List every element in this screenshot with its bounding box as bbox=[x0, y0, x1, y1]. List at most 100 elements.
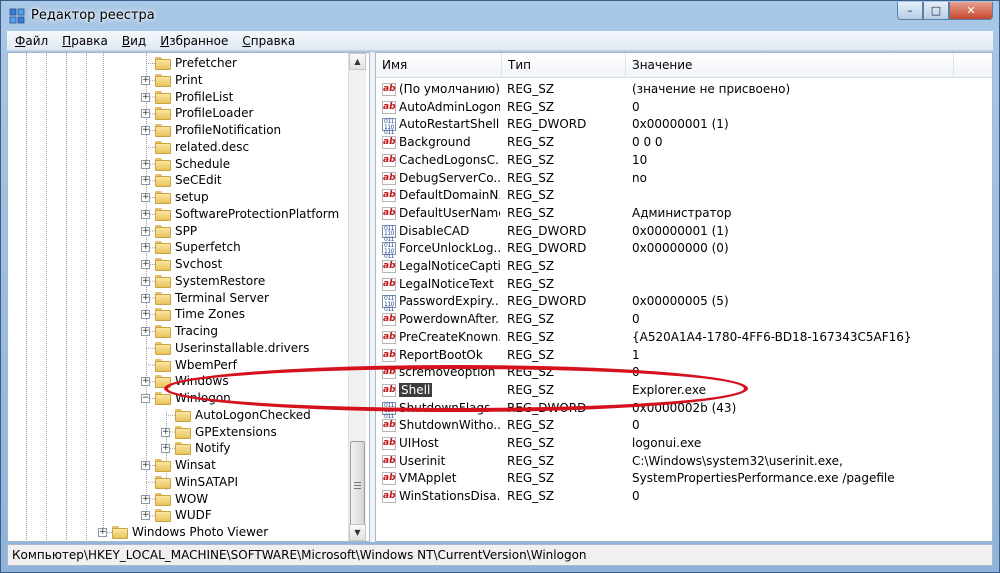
expand-plus-icon[interactable]: + bbox=[141, 461, 150, 470]
binary-value-icon: 011 110 011 bbox=[382, 224, 396, 242]
tree-node-label: SystemRestore bbox=[175, 273, 266, 288]
column-header-value[interactable]: Значение bbox=[626, 53, 954, 77]
value-name: scremoveoption bbox=[399, 365, 496, 380]
value-row[interactable]: ab UIHost REG_SZ logonui.exe bbox=[376, 435, 992, 453]
expand-plus-icon[interactable]: + bbox=[141, 494, 150, 504]
value-row[interactable]: ab DefaultUserName REG_SZ Администратор bbox=[376, 205, 992, 223]
value-row[interactable]: ab LegalNoticeText REG_SZ bbox=[376, 276, 992, 294]
value-type: REG_SZ bbox=[507, 188, 555, 203]
values-list-pane[interactable]: Имя Тип Значение ab (По умолчанию) REG_SZ(… bbox=[375, 52, 993, 542]
value-row[interactable]: ab DefaultDomainN... REG_SZ bbox=[376, 187, 992, 205]
expand-plus-icon[interactable]: + bbox=[141, 327, 150, 336]
value-name: ForceUnlockLog... bbox=[399, 241, 500, 256]
tree-node-label: ProfileNotification bbox=[175, 123, 282, 137]
registry-tree-pane[interactable]: Prefetcher + Print + ProfileList + ProfileLoad… bbox=[7, 52, 370, 542]
value-row[interactable]: ab CachedLogonsC... REG_SZ 10 bbox=[376, 152, 992, 170]
folder-icon bbox=[155, 492, 171, 506]
value-data: SystemPropertiesPerformance.exe /pagefil… bbox=[632, 471, 895, 486]
value-row[interactable]: ab ReportBootOk REG_SZ 1 bbox=[376, 347, 992, 365]
expand-plus-icon[interactable]: + bbox=[141, 75, 150, 85]
expand-plus-icon[interactable]: + bbox=[141, 243, 150, 253]
expand-plus-icon[interactable]: + bbox=[98, 528, 107, 537]
value-row[interactable]: ab DebugServerCo... REG_SZ no bbox=[376, 170, 992, 188]
column-header-type[interactable]: Тип bbox=[502, 53, 626, 77]
value-row[interactable]: ab AutoAdminLogon REG_SZ 0 bbox=[376, 99, 992, 117]
expand-plus-icon[interactable]: + bbox=[141, 209, 150, 219]
collapse-minus-icon[interactable]: − bbox=[141, 394, 150, 403]
column-header-name[interactable]: Имя bbox=[376, 53, 502, 77]
folder-icon bbox=[155, 57, 171, 70]
value-row[interactable]: 011 110 011 AutoRestartShell REG_DWORD 0x0000… bbox=[376, 116, 992, 136]
value-row[interactable]: ab WinStationsDisa... REG_SZ 0 bbox=[376, 488, 992, 506]
value-row[interactable]: 011 110 011 PasswordExpiry... REG_DWORD 0x000… bbox=[376, 293, 992, 313]
folder-icon bbox=[155, 375, 171, 389]
string-value-icon: ab bbox=[382, 383, 396, 397]
folder-icon bbox=[155, 140, 171, 154]
expand-plus-icon[interactable]: + bbox=[141, 109, 150, 119]
value-name-cell: LegalNoticeText bbox=[399, 276, 500, 293]
minimize-button[interactable]: – bbox=[897, 2, 923, 20]
string-value-icon: ab bbox=[382, 189, 396, 203]
value-name-cell: PowerdownAfter... bbox=[399, 311, 500, 328]
value-row[interactable]: abLegalNoticeCapti... REG_SZ bbox=[376, 258, 992, 276]
value-row[interactable]: ab ShutdownWitho... REG_SZ 0 bbox=[376, 417, 992, 435]
value-name: AutoAdminLogon bbox=[399, 99, 500, 114]
value-row[interactable]: ab Shell REG_SZ Explorer.exe bbox=[376, 382, 992, 400]
value-row[interactable]: ab scremoveoption REG_SZ 0 bbox=[376, 364, 992, 382]
expand-plus-icon[interactable]: + bbox=[141, 193, 150, 202]
value-row[interactable]: 011 110 011 ForceUnlockLog... REG_DWORD 0x000… bbox=[376, 240, 992, 260]
value-row[interactable]: ab Userinit REG_SZ C:\Windows\system32\user… bbox=[376, 453, 992, 471]
expand-plus-icon[interactable]: + bbox=[141, 126, 150, 135]
expand-plus-icon[interactable]: + bbox=[141, 92, 150, 102]
scroll-thumb[interactable] bbox=[350, 441, 365, 533]
expand-plus-icon[interactable]: + bbox=[141, 276, 150, 286]
value-row[interactable]: ab Background REG_SZ 0 0 0 bbox=[376, 134, 992, 152]
expand-plus-icon[interactable]: + bbox=[141, 260, 150, 269]
folder-icon bbox=[155, 258, 171, 271]
tree-node-label: SeCEdit bbox=[175, 173, 222, 188]
expand-plus-icon[interactable]: + bbox=[141, 293, 150, 303]
folder-icon bbox=[155, 73, 171, 87]
tree-node-label: Print bbox=[175, 72, 203, 87]
value-data: 0 bbox=[632, 418, 640, 433]
registry-editor-window: Редактор реестра – □ ✕ Файл Правка Вид Избр… bbox=[0, 0, 1000, 573]
tree-node-label: Notify bbox=[195, 441, 231, 456]
tree-scrollbar[interactable]: ▲ ▼ bbox=[348, 53, 366, 541]
expand-plus-icon[interactable]: + bbox=[141, 377, 150, 387]
value-name-cell: ForceUnlockLog... bbox=[399, 240, 500, 257]
expand-plus-icon[interactable]: + bbox=[141, 511, 150, 521]
value-data: logonui.exe bbox=[632, 436, 702, 450]
value-row[interactable]: 011 110 011 DisableCAD REG_DWORD 0x00000001 (… bbox=[376, 223, 992, 242]
folder-icon bbox=[175, 442, 191, 456]
value-data: 0x00000000 (0) bbox=[632, 241, 729, 256]
tree-node-label: WinSATAPI bbox=[175, 474, 239, 489]
scroll-down-arrow-icon[interactable]: ▼ bbox=[349, 524, 366, 541]
expand-plus-icon[interactable]: + bbox=[141, 176, 150, 186]
menu-item-3[interactable]: Избранное bbox=[160, 34, 228, 48]
expand-plus-icon[interactable]: + bbox=[141, 159, 150, 169]
value-name: DefaultUserName bbox=[399, 205, 500, 220]
menu-bar: Файл Правка Вид Избранное Справка bbox=[7, 31, 993, 51]
tree-node-label: WUDF bbox=[175, 508, 212, 523]
string-value-icon: ab bbox=[382, 454, 396, 468]
value-row[interactable]: ab (По умолчанию) REG_SZ (значение не присв… bbox=[376, 81, 992, 99]
expand-plus-icon[interactable]: + bbox=[161, 444, 170, 454]
menu-item-1[interactable]: Правка bbox=[62, 34, 108, 48]
menu-item-2[interactable]: Вид bbox=[122, 34, 146, 48]
regedit-icon bbox=[9, 8, 25, 24]
value-row[interactable]: ab PreCreateKnown... REG_SZ {A520A1A4-1780-… bbox=[376, 329, 992, 347]
menu-item-0[interactable]: Файл bbox=[15, 34, 48, 48]
value-row[interactable]: ab PowerdownAfter... REG_SZ 0 bbox=[376, 311, 992, 329]
maximize-button[interactable]: □ bbox=[923, 2, 949, 20]
scroll-up-arrow-icon[interactable]: ▲ bbox=[349, 53, 366, 70]
value-row[interactable]: ab VMApplet REG_SZ SystemPropertiesPerforma… bbox=[376, 470, 992, 488]
menu-item-4[interactable]: Справка bbox=[242, 34, 295, 48]
value-type: REG_SZ bbox=[507, 276, 555, 291]
close-button[interactable]: ✕ bbox=[949, 2, 993, 20]
title-bar[interactable]: Редактор реестра – □ ✕ bbox=[1, 1, 999, 31]
value-row[interactable]: 011 110 011 ShutdownFlags REG_DWORD 0x0000002… bbox=[376, 400, 992, 419]
expand-plus-icon[interactable]: + bbox=[141, 310, 150, 320]
expand-plus-icon[interactable]: + bbox=[161, 427, 170, 437]
expand-plus-icon[interactable]: + bbox=[141, 226, 150, 236]
string-value-icon: ab bbox=[382, 83, 396, 96]
